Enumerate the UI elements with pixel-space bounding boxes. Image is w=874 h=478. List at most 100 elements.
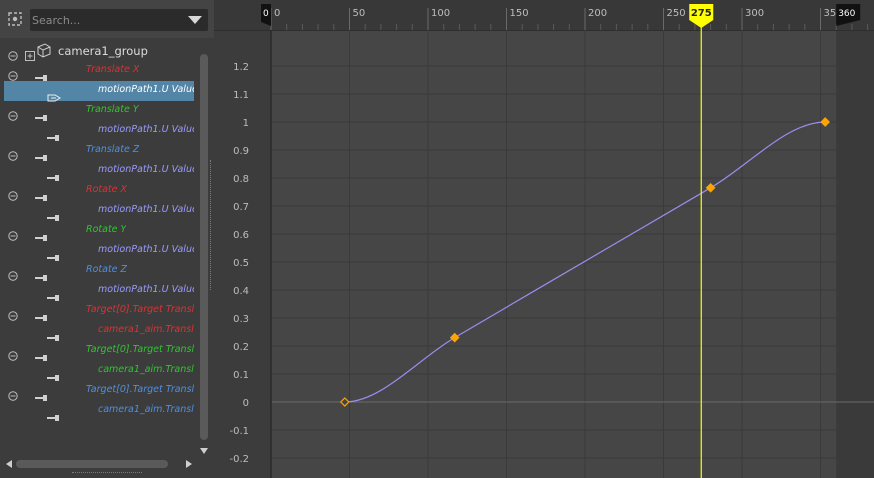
channel-label: Translate Z — [86, 144, 140, 155]
channel-label: Rotate Z — [86, 264, 128, 275]
channel-label: Rotate X — [86, 184, 128, 195]
channel-label: Rotate Y — [86, 224, 127, 235]
channel-curve-row[interactable]: camera1_aim.Translate — [4, 361, 194, 381]
collapse-icon[interactable] — [8, 186, 18, 201]
channel-label: motionPath1.U Value — [98, 204, 194, 215]
collapse-icon[interactable] — [8, 266, 18, 281]
collapse-icon[interactable] — [8, 346, 18, 361]
connection-plug-icon — [47, 127, 61, 141]
collapse-icon[interactable] — [8, 386, 18, 401]
end-frame-label: 360 — [838, 9, 855, 19]
time-tick-label: 250 — [667, 8, 686, 19]
channel-curve-row[interactable]: camera1_aim.Translate — [4, 401, 194, 421]
collapse-icon[interactable] — [8, 46, 18, 61]
value-tick-label: 0.8 — [233, 174, 249, 185]
time-ruler[interactable] — [214, 0, 874, 30]
start-frame-label: 0 — [263, 9, 269, 19]
value-tick-label: 0 — [243, 398, 249, 409]
vertical-scrollbar[interactable] — [200, 54, 208, 440]
collapse-icon[interactable] — [8, 106, 18, 121]
value-tick-label: 0.4 — [233, 286, 249, 297]
connection-plug-icon — [35, 107, 49, 121]
scroll-right-icon[interactable] — [186, 460, 192, 468]
channel-label: motionPath1.U Value — [98, 244, 194, 255]
time-tick-label: 150 — [510, 8, 529, 19]
connection-plug-icon — [35, 187, 49, 201]
graph-view[interactable]: 0 50 100 150 200 250 300 350 1.2 1.1 1 0.9 0.8 0.7 0.6… — [214, 0, 874, 478]
outliner-toolbar — [0, 0, 214, 38]
connection-plug-icon — [35, 387, 49, 401]
plot-area — [271, 30, 874, 478]
time-tick-label: 100 — [431, 8, 450, 19]
channel-label: camera1_aim.Translate — [98, 324, 194, 335]
expand-icon[interactable] — [25, 46, 35, 61]
channel-label: Translate Y — [86, 104, 139, 115]
connection-plug-icon — [35, 267, 49, 281]
scroll-left-icon[interactable] — [6, 460, 12, 468]
connection-plug-icon — [47, 247, 61, 261]
connection-plug-icon — [47, 287, 61, 301]
value-tick-label: 0.3 — [233, 314, 249, 325]
time-tick-label: 300 — [745, 8, 764, 19]
collapse-icon[interactable] — [8, 146, 18, 161]
channel-curve-row[interactable]: motionPath1.U Value — [4, 241, 194, 261]
channel-curve-row[interactable]: motionPath1.U Value — [4, 161, 194, 181]
channel-attribute-row[interactable]: Translate Z — [4, 141, 194, 161]
panel-splitter[interactable] — [210, 160, 213, 290]
connection-plug-icon — [35, 307, 49, 321]
channel-attribute-row[interactable]: Target[0].Target Translate — [4, 381, 194, 401]
search-field[interactable] — [30, 9, 208, 31]
channel-label: camera1_aim.Translate — [98, 364, 194, 375]
channel-label: Target[0].Target Translate — [86, 384, 194, 395]
channel-label: motionPath1.U Value — [98, 284, 194, 295]
channel-curve-row[interactable]: camera1_aim.Translate — [4, 321, 194, 341]
channel-attribute-row[interactable]: Rotate Z — [4, 261, 194, 281]
collapse-icon[interactable] — [8, 226, 18, 241]
value-tick-label: 0.6 — [233, 230, 249, 241]
channel-attribute-row[interactable]: Target[0].Target Translate — [4, 341, 194, 361]
out-of-range-shade — [836, 30, 874, 478]
filter-icon[interactable] — [6, 10, 24, 28]
channel-curve-row[interactable]: motionPath1.U Value — [4, 201, 194, 221]
channel-curve-row[interactable]: motionPath1.U Value — [4, 121, 194, 141]
collapse-icon[interactable] — [8, 66, 18, 81]
connection-plug-icon — [35, 147, 49, 161]
search-dropdown-icon[interactable] — [188, 16, 202, 24]
collapse-icon[interactable] — [8, 306, 18, 321]
channel-attribute-row[interactable]: Target[0].Target Translate — [4, 301, 194, 321]
channel-attribute-row[interactable]: Translate X — [4, 61, 194, 81]
time-tick-label: 200 — [588, 8, 607, 19]
search-input[interactable] — [32, 11, 182, 29]
connection-plug-icon — [35, 227, 49, 241]
value-tick-label: 1 — [243, 118, 249, 129]
channel-attribute-row[interactable]: Translate Y — [4, 101, 194, 121]
value-tick-label: 0.5 — [233, 258, 249, 269]
value-tick-label: 0.2 — [233, 342, 249, 353]
value-tick-label: 0.7 — [233, 202, 249, 213]
channel-attribute-row[interactable]: Rotate Y — [4, 221, 194, 241]
channel-curve-row[interactable]: motionPath1.U Value — [4, 81, 194, 102]
graph-editor: camera1_group Translate X motionPath1.U V… — [0, 0, 874, 478]
curve-canvas[interactable]: 0 50 100 150 200 250 300 3501.21.110.90.80.70.6… — [214, 0, 874, 478]
channel-label: motionPath1.U Value — [98, 164, 194, 175]
outliner-panel: camera1_group Translate X motionPath1.U V… — [0, 0, 214, 478]
value-tick-label: 1.2 — [233, 62, 249, 73]
connection-plug-icon — [47, 367, 61, 381]
group-label[interactable]: camera1_group — [58, 44, 148, 58]
horizontal-scrollbar[interactable] — [16, 460, 168, 468]
current-frame-label: 275 — [691, 8, 712, 19]
group-node-icon — [36, 42, 52, 58]
channel-label: Target[0].Target Translate — [86, 304, 194, 315]
value-tick-label: 1.1 — [233, 90, 249, 101]
connection-plug-icon — [35, 67, 49, 81]
scroll-down-icon[interactable] — [200, 448, 208, 454]
connection-plug-icon — [47, 167, 61, 181]
channel-label: motionPath1.U Value — [98, 84, 194, 95]
channel-label: Translate X — [86, 64, 140, 75]
connection-plug-icon — [35, 347, 49, 361]
horizontal-splitter[interactable] — [72, 472, 142, 474]
time-tick-label: 0 — [274, 8, 280, 19]
value-tick-label: 0.1 — [233, 370, 249, 381]
channel-curve-row[interactable]: motionPath1.U Value — [4, 281, 194, 301]
channel-attribute-row[interactable]: Rotate X — [4, 181, 194, 201]
